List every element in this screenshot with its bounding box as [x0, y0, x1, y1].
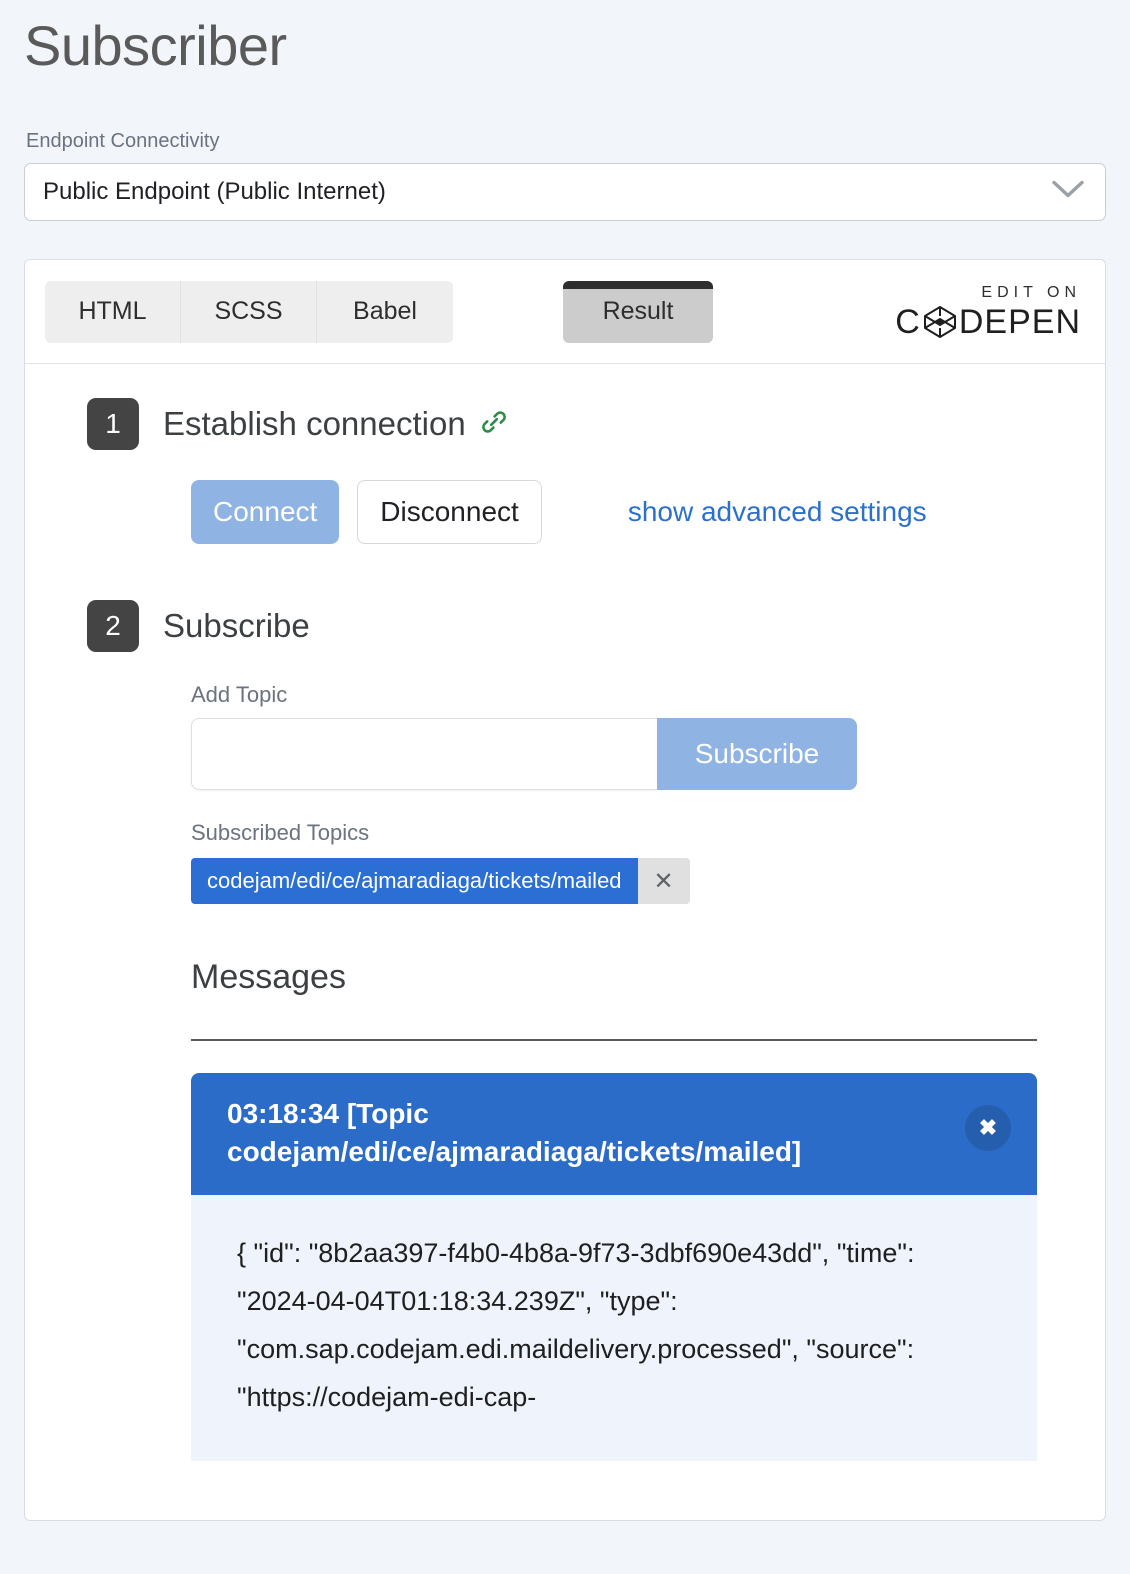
- topic-chip[interactable]: codejam/edi/ce/ajmaradiaga/tickets/maile…: [191, 858, 638, 905]
- step-1-badge: 1: [87, 398, 139, 451]
- endpoint-connectivity-label: Endpoint Connectivity: [26, 130, 220, 153]
- step-2-badge: 2: [87, 600, 139, 653]
- chevron-down-icon: [1051, 179, 1085, 206]
- close-icon[interactable]: ✖: [965, 1105, 1011, 1152]
- topic-input[interactable]: [191, 718, 657, 791]
- tab-babel[interactable]: Babel: [317, 280, 453, 343]
- step-2: 2 Subscribe: [87, 600, 1065, 653]
- message-title: 03:18:34 [Topic codejam/edi/ce/ajmaradia…: [227, 1098, 802, 1168]
- connect-button[interactable]: Connect: [191, 480, 340, 545]
- codepen-wordmark: C DEPEN: [895, 304, 1081, 340]
- messages-divider: [191, 1039, 1037, 1042]
- codepen-tab-bar: HTML SCSS Babel Result EDIT ON C DEPEN: [25, 260, 1105, 365]
- message-header: 03:18:34 [Topic codejam/edi/ce/ajmaradia…: [191, 1073, 1037, 1195]
- codepen-wordmark-prefix: C: [895, 302, 921, 341]
- embed-result-pane: 1 Establish connection Connect Disconnec…: [25, 364, 1105, 1462]
- message-body: { "id": "8b2aa397-f4b0-4b8a-9f73-3dbf690…: [191, 1194, 1037, 1462]
- subscribed-topics-list: codejam/edi/ce/ajmaradiaga/tickets/maile…: [191, 858, 1065, 905]
- page-title: Subscriber: [24, 14, 287, 77]
- messages-heading: Messages: [191, 958, 346, 997]
- disconnect-button[interactable]: Disconnect: [357, 480, 542, 545]
- show-advanced-settings-link[interactable]: show advanced settings: [628, 496, 927, 528]
- page-root: Subscriber Endpoint Connectivity Public …: [0, 14, 1130, 1522]
- add-topic-label: Add Topic: [191, 682, 288, 708]
- subscribe-button[interactable]: Subscribe: [657, 718, 857, 791]
- tab-html[interactable]: HTML: [45, 280, 181, 343]
- codepen-embed: HTML SCSS Babel Result EDIT ON C DEPEN 1…: [24, 259, 1106, 1522]
- step-1: 1 Establish connection: [87, 398, 1065, 451]
- step-1-title-text: Establish connection: [163, 405, 466, 443]
- edit-on-codepen-link[interactable]: EDIT ON C DEPEN: [895, 284, 1085, 340]
- edit-on-label: EDIT ON: [981, 283, 1081, 301]
- codepen-wordmark-suffix: DEPEN: [958, 302, 1081, 341]
- codepen-logo-icon: [922, 304, 958, 340]
- tab-scss[interactable]: SCSS: [181, 280, 317, 343]
- message-card: 03:18:34 [Topic codejam/edi/ce/ajmaradia…: [191, 1073, 1037, 1462]
- connection-buttons: Connect Disconnect show advanced setting…: [191, 480, 1065, 545]
- endpoint-connectivity-select[interactable]: Public Endpoint (Public Internet): [24, 163, 1106, 222]
- codepen-source-tabs: HTML SCSS Babel: [45, 280, 453, 343]
- add-topic-row: Subscribe: [191, 718, 857, 791]
- tab-result[interactable]: Result: [563, 280, 713, 343]
- link-icon: [480, 408, 508, 441]
- endpoint-connectivity-value: Public Endpoint (Public Internet): [43, 178, 386, 206]
- step-2-title: Subscribe: [163, 607, 310, 645]
- step-1-title: Establish connection: [163, 405, 508, 443]
- subscribed-topics-label: Subscribed Topics: [191, 820, 370, 846]
- remove-topic-button[interactable]: ✕: [637, 858, 690, 905]
